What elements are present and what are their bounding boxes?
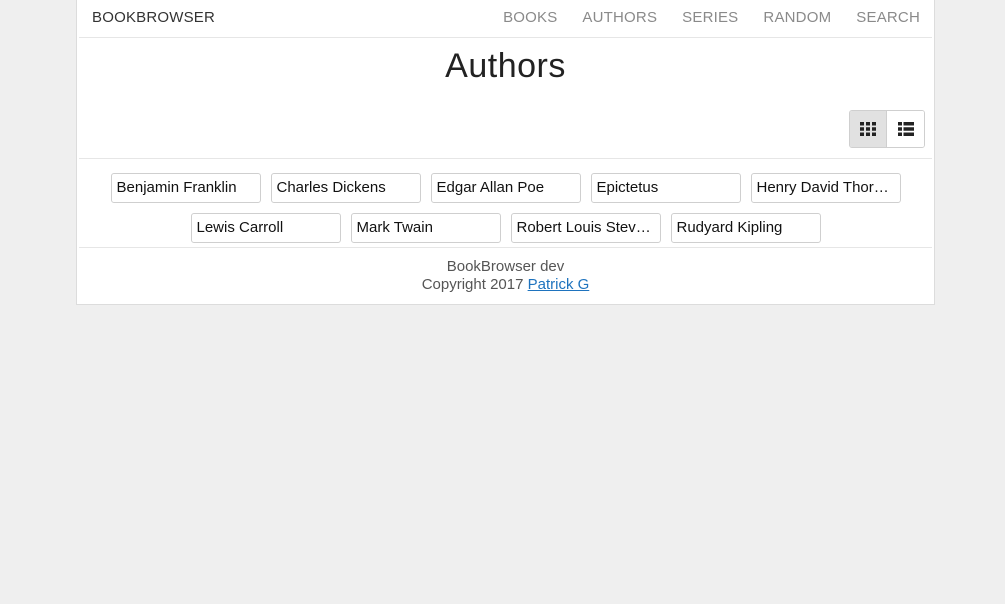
- author-item-benjamin-franklin[interactable]: Benjamin Franklin: [110, 173, 261, 203]
- footer-copyright-line: Copyright 2017 Patrick G: [77, 276, 934, 294]
- author-item-charles-dickens[interactable]: Charles Dickens: [270, 173, 421, 203]
- nav-link-series[interactable]: SERIES: [682, 9, 738, 26]
- divider-bottom: [79, 247, 932, 248]
- divider-top: [79, 158, 932, 159]
- author-item-mark-twain[interactable]: Mark Twain: [350, 213, 501, 243]
- footer-copyright: Copyright 2017: [421, 276, 524, 293]
- author-grid: Benjamin Franklin Charles Dickens Edgar …: [77, 173, 934, 253]
- nav-link-search[interactable]: SEARCH: [856, 9, 920, 26]
- main-container: BOOKBROWSER BOOKS AUTHORS SERIES RANDOM …: [76, 0, 935, 305]
- footer: BookBrowser dev Copyright 2017 Patrick G: [77, 258, 934, 294]
- list-view-button[interactable]: [887, 111, 924, 147]
- nav-link-authors[interactable]: AUTHORS: [582, 9, 657, 26]
- nav-links: BOOKS AUTHORS SERIES RANDOM SEARCH: [478, 9, 920, 26]
- grid-view-icon: [860, 122, 876, 136]
- nav-link-random[interactable]: RANDOM: [763, 9, 831, 26]
- author-item-lewis-carroll[interactable]: Lewis Carroll: [190, 213, 341, 243]
- grid-view-button[interactable]: [850, 111, 887, 147]
- view-toggle: [849, 110, 925, 148]
- brand-logo[interactable]: BOOKBROWSER: [92, 9, 215, 26]
- footer-author-link[interactable]: Patrick G: [528, 276, 590, 293]
- page-title: Authors: [445, 47, 566, 85]
- author-row: Lewis Carroll Mark Twain Robert Louis St…: [77, 213, 934, 243]
- author-item-henry-david-thoreau[interactable]: Henry David Thoreau: [750, 173, 901, 203]
- author-row: Benjamin Franklin Charles Dickens Edgar …: [77, 173, 934, 203]
- author-item-rudyard-kipling[interactable]: Rudyard Kipling: [670, 213, 821, 243]
- author-item-robert-louis-stevenson[interactable]: Robert Louis Stevenson: [510, 213, 661, 243]
- author-item-epictetus[interactable]: Epictetus: [590, 173, 741, 203]
- list-view-icon: [897, 122, 914, 136]
- footer-version: BookBrowser dev: [446, 258, 565, 275]
- navbar: BOOKBROWSER BOOKS AUTHORS SERIES RANDOM …: [79, 0, 932, 38]
- author-item-edgar-allan-poe[interactable]: Edgar Allan Poe: [430, 173, 581, 203]
- nav-link-books[interactable]: BOOKS: [503, 9, 557, 26]
